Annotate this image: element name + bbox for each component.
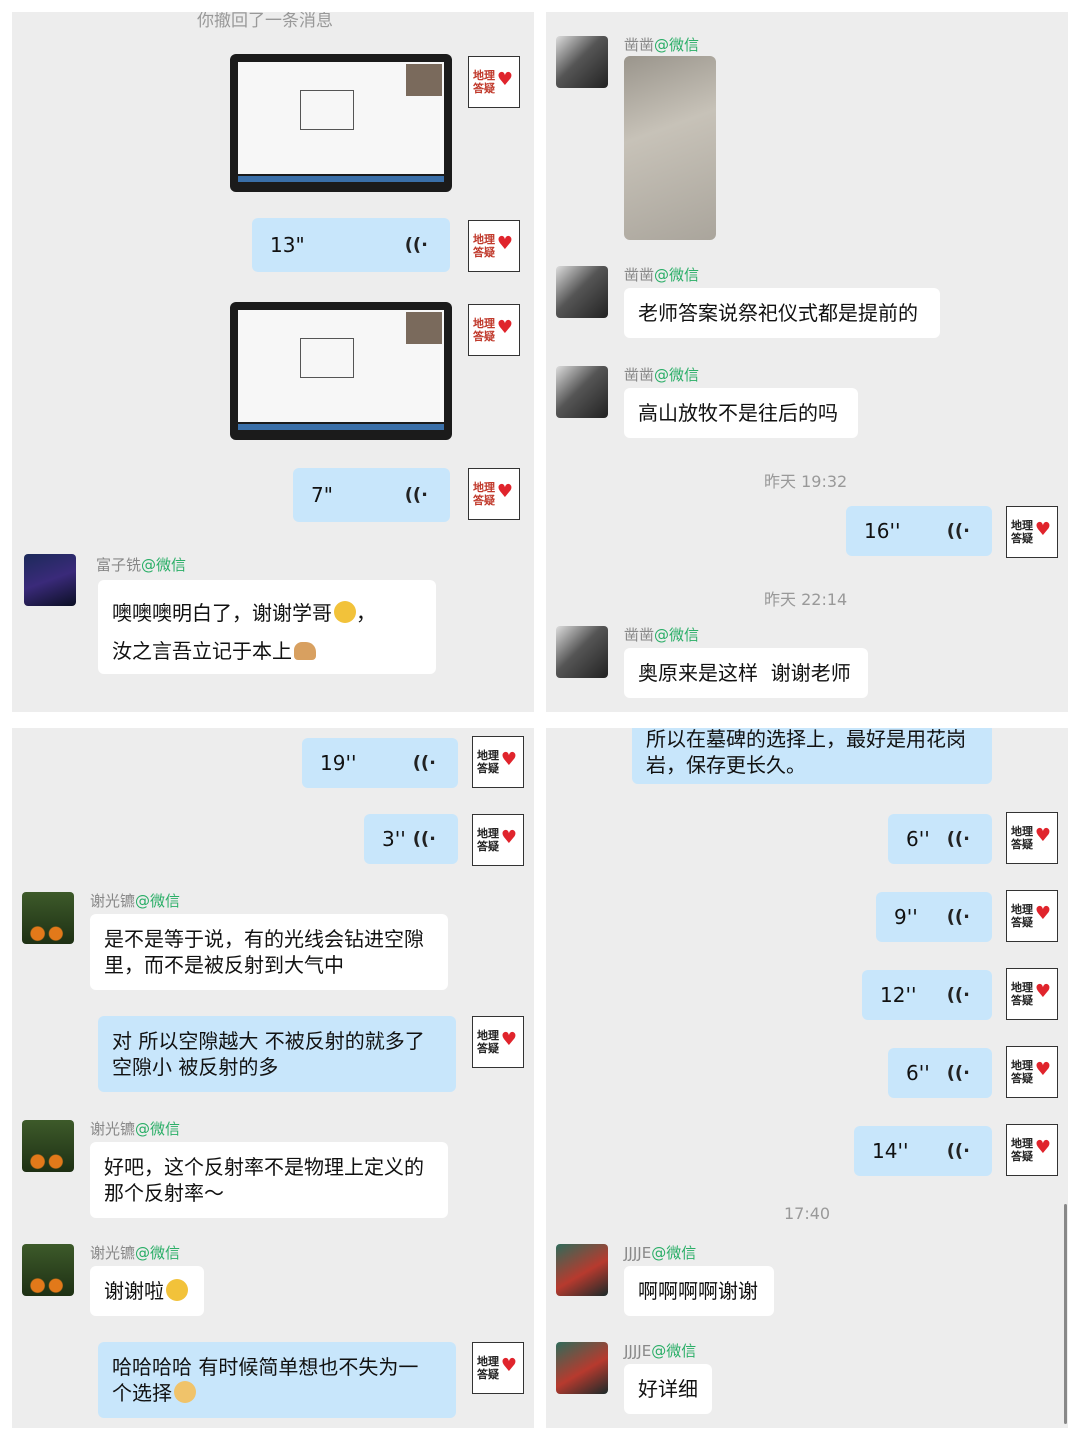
voice-message[interactable]: 16'' ((· xyxy=(846,506,992,556)
geography-qa-logo[interactable]: 地理答疑 ♥ xyxy=(1006,1046,1058,1098)
cat-face-emoji-icon xyxy=(174,1381,196,1403)
voice-wave-icon: ((· xyxy=(946,906,970,928)
voice-wave-icon: ((· xyxy=(946,520,970,542)
avatar[interactable] xyxy=(556,266,608,318)
voice-wave-icon: ((· xyxy=(946,828,970,850)
sender-name: JJJJE@微信 xyxy=(624,1244,697,1262)
text-message[interactable]: 奥原来是这样 谢谢老师 xyxy=(624,648,868,698)
voice-wave-icon: ((· xyxy=(412,828,436,850)
scrollbar[interactable] xyxy=(1064,1204,1067,1424)
chat-panel-2: 凿凿@微信 凿凿@微信 老师答案说祭祀仪式都是提前的 凿凿@微信 高山放牧不是往… xyxy=(546,12,1068,712)
avatar[interactable] xyxy=(22,892,74,944)
flexed-biceps-emoji-icon xyxy=(294,642,316,660)
geography-qa-logo[interactable]: 地理答疑 ♥ xyxy=(1006,506,1058,558)
grimacing-face-emoji-icon xyxy=(166,1279,188,1301)
sender-name: 谢光镳@微信 xyxy=(90,892,181,910)
chat-panel-4: 所以在墓碑的选择上，最好是用花岗 岩，保存更长久。 6'' ((· 地理答疑 ♥… xyxy=(546,728,1068,1428)
sender-name: 凿凿@微信 xyxy=(624,266,700,284)
geography-qa-logo[interactable]: 地理答疑 ♥ xyxy=(1006,968,1058,1020)
voice-message[interactable]: 12'' ((· xyxy=(862,970,992,1020)
voice-wave-icon: ((· xyxy=(404,484,428,506)
geography-qa-logo[interactable]: 地理答疑 ♥ xyxy=(1006,812,1058,864)
geography-qa-logo[interactable]: 地理答疑 ♥ xyxy=(468,304,520,356)
voice-wave-icon: ((· xyxy=(404,234,428,256)
photo-message[interactable] xyxy=(624,56,716,240)
avatar[interactable] xyxy=(22,1244,74,1296)
screenshot-thumbnail[interactable] xyxy=(230,302,452,440)
sender-name: 谢光镳@微信 xyxy=(90,1120,181,1138)
voice-message[interactable]: 19'' ((· xyxy=(302,738,458,788)
timestamp: 昨天 22:14 xyxy=(764,590,848,609)
text-message[interactable]: 哈哈哈哈 有时候简单想也不失为一 个选择 xyxy=(98,1342,456,1418)
geography-qa-logo[interactable]: 地理答疑 ♥ xyxy=(468,220,520,272)
heart-icon: ♥ xyxy=(500,827,517,848)
text-message[interactable]: 谢谢啦 xyxy=(90,1266,204,1316)
chat-panel-3: 19'' ((· 地理答疑 ♥ 3'' ((· 地理答疑 ♥ 谢光镳@微信 是不… xyxy=(12,728,534,1428)
avatar[interactable] xyxy=(24,554,76,606)
heart-icon: ♥ xyxy=(500,749,517,770)
avatar[interactable] xyxy=(556,366,608,418)
sender-name: JJJJE@微信 xyxy=(624,1342,697,1360)
geography-qa-logo[interactable]: 地理答疑 ♥ xyxy=(1006,1124,1058,1176)
thinking-face-emoji-icon xyxy=(334,601,356,623)
geography-qa-logo[interactable]: 地理答疑 ♥ xyxy=(1006,890,1058,942)
voice-wave-icon: ((· xyxy=(946,1062,970,1084)
text-message[interactable]: 对 所以空隙越大 不被反射的就多了 空隙小 被反射的多 xyxy=(98,1016,456,1092)
geography-qa-logo[interactable]: 地理答疑 ♥ xyxy=(468,56,520,108)
heart-icon: ♥ xyxy=(500,1355,517,1376)
voice-message[interactable]: 9'' ((· xyxy=(876,892,992,942)
geography-qa-logo[interactable]: 地理答疑 ♥ xyxy=(472,814,524,866)
heart-icon: ♥ xyxy=(500,1029,517,1050)
avatar[interactable] xyxy=(556,626,608,678)
heart-icon: ♥ xyxy=(1034,903,1051,924)
avatar[interactable] xyxy=(22,1120,74,1172)
heart-icon: ♥ xyxy=(1034,1059,1051,1080)
text-message[interactable]: 所以在墓碑的选择上，最好是用花岗 岩，保存更长久。 xyxy=(632,728,992,784)
voice-message[interactable]: 7" ((· xyxy=(293,468,450,522)
text-message[interactable]: 老师答案说祭祀仪式都是提前的 xyxy=(624,288,940,338)
voice-message[interactable]: 14'' ((· xyxy=(854,1126,992,1176)
heart-icon: ♥ xyxy=(1034,519,1051,540)
sender-name: 凿凿@微信 xyxy=(624,626,700,644)
geography-qa-logo[interactable]: 地理答疑 ♥ xyxy=(468,468,520,520)
heart-icon: ♥ xyxy=(1034,1137,1051,1158)
sender-name: 富子铣@微信 xyxy=(96,556,187,574)
voice-message[interactable]: 13" ((· xyxy=(252,218,450,272)
geography-qa-logo[interactable]: 地理答疑 ♥ xyxy=(472,736,524,788)
geography-qa-logo[interactable]: 地理答疑 ♥ xyxy=(472,1342,524,1394)
heart-icon: ♥ xyxy=(496,69,513,90)
timestamp: 17:40 xyxy=(784,1204,831,1223)
voice-wave-icon: ((· xyxy=(412,752,436,774)
sender-name: 谢光镳@微信 xyxy=(90,1244,181,1262)
timestamp: 昨天 19:32 xyxy=(764,472,848,491)
heart-icon: ♥ xyxy=(496,233,513,254)
voice-message[interactable]: 6'' ((· xyxy=(888,1048,992,1098)
text-message[interactable]: 是不是等于说，有的光线会钻进空隙 里，而不是被反射到大气中 xyxy=(90,914,448,990)
voice-message[interactable]: 3'' ((· xyxy=(364,814,458,864)
heart-icon: ♥ xyxy=(1034,825,1051,846)
screenshot-thumbnail[interactable] xyxy=(230,54,452,192)
chat-panel-1: 你撤回了一条消息 地理答疑 ♥ 13" ((· 地理答疑 ♥ 地理答疑 ♥ 7"… xyxy=(12,12,534,712)
text-message[interactable]: 啊啊啊啊谢谢 xyxy=(624,1266,774,1316)
recall-notice: 你撤回了一条消息 xyxy=(197,12,333,31)
heart-icon: ♥ xyxy=(496,481,513,502)
voice-message[interactable]: 6'' ((· xyxy=(888,814,992,864)
avatar[interactable] xyxy=(556,36,608,88)
text-message[interactable]: 好详细 xyxy=(624,1364,712,1414)
sender-name: 凿凿@微信 xyxy=(624,366,700,384)
voice-wave-icon: ((· xyxy=(946,1140,970,1162)
geography-qa-logo[interactable]: 地理答疑 ♥ xyxy=(472,1016,524,1068)
avatar[interactable] xyxy=(556,1244,608,1296)
heart-icon: ♥ xyxy=(496,317,513,338)
text-message[interactable]: 好吧，这个反射率不是物理上定义的 那个反射率～ xyxy=(90,1142,448,1218)
voice-wave-icon: ((· xyxy=(946,984,970,1006)
avatar[interactable] xyxy=(556,1342,608,1394)
text-message[interactable]: 高山放牧不是往后的吗 xyxy=(624,388,858,438)
sender-name: 凿凿@微信 xyxy=(624,36,700,54)
text-message[interactable]: 噢噢噢明白了，谢谢学哥， 汝之言吾立记于本上 xyxy=(98,580,436,674)
heart-icon: ♥ xyxy=(1034,981,1051,1002)
